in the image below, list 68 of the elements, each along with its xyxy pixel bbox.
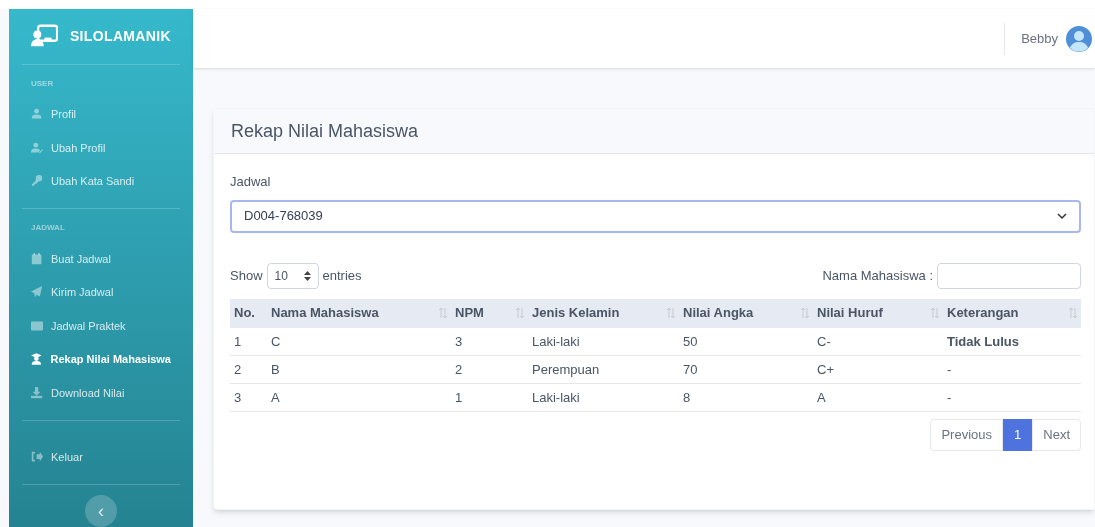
- paper-plane-icon: [31, 286, 43, 299]
- table-cell: 3: [230, 383, 267, 412]
- user-edit-icon: [31, 141, 43, 154]
- table-cell: 2: [451, 355, 528, 384]
- schedule-select[interactable]: D004-768039: [230, 199, 1081, 233]
- sort-icon: [931, 308, 939, 318]
- table-cell: C+: [813, 355, 943, 384]
- entries-select[interactable]: 10: [266, 262, 319, 289]
- avatar-icon[interactable]: [1066, 25, 1092, 52]
- entries-label: entries: [322, 266, 362, 285]
- sort-icon: [801, 308, 809, 318]
- table-cell: 3: [451, 327, 528, 356]
- table-cell: 1: [451, 383, 528, 412]
- field-label: Jadwal: [230, 173, 272, 191]
- logout-icon: [31, 451, 43, 464]
- up-down-arrows-icon: [303, 270, 311, 281]
- search-field[interactable]: [937, 262, 1081, 289]
- sort-icon: [667, 308, 675, 318]
- brand-name: SILOLAMANIK: [69, 26, 171, 46]
- nav-item[interactable]: Buat Jadwal: [22, 242, 180, 276]
- show-label: Show: [230, 266, 263, 285]
- table-cell: C: [267, 327, 451, 356]
- download-icon: [31, 386, 43, 399]
- nav-item[interactable]: Download Nilai: [22, 376, 180, 410]
- table-cell: A: [813, 383, 943, 412]
- table-cell: 2: [230, 355, 267, 384]
- table-cell: Perempuan: [528, 355, 679, 384]
- user-name[interactable]: Bebby: [1021, 28, 1058, 49]
- graduate-icon: [31, 353, 43, 366]
- nav-item[interactable]: Rekap Nilai Mahasiswa: [22, 342, 180, 376]
- table-cell: Laki-laki: [528, 327, 679, 356]
- table-cell: A: [267, 383, 451, 412]
- column-header[interactable]: Jenis Kelamin: [528, 298, 679, 328]
- search-label: Nama Mahasiswa :: [822, 266, 933, 285]
- chevron-down-icon: [1057, 212, 1067, 220]
- table-cell: Laki-laki: [528, 383, 679, 412]
- table-cell: B: [267, 355, 451, 384]
- sort-icon: [516, 308, 524, 318]
- table-cell: 1: [230, 327, 267, 356]
- column-header[interactable]: NPM: [451, 298, 528, 328]
- section-heading: JADWAL: [30, 222, 66, 234]
- column-header: No.: [230, 298, 267, 328]
- id-card-icon: [31, 319, 43, 332]
- page-button[interactable]: Next: [1032, 419, 1081, 451]
- nav-item[interactable]: Kirim Jadwal: [22, 275, 180, 309]
- card-title: Rekap Nilai Mahasiswa: [231, 119, 419, 143]
- table-cell: -: [943, 383, 1081, 412]
- page-button[interactable]: Previous: [930, 419, 1004, 451]
- table-cell: 50: [679, 327, 813, 356]
- table-cell: C-: [813, 327, 943, 356]
- nav-item[interactable]: Jadwal Praktek: [22, 309, 180, 343]
- table-cell: 70: [679, 355, 813, 384]
- sort-icon: [439, 308, 447, 318]
- key-icon: [31, 175, 43, 188]
- collapse-button[interactable]: ‹: [85, 495, 117, 527]
- column-header[interactable]: Nama Mahasiswa: [267, 298, 451, 328]
- column-header[interactable]: Nilai Huruf: [813, 298, 943, 328]
- table-cell: Tidak Lulus: [943, 327, 1081, 356]
- column-header[interactable]: Keterangan: [943, 298, 1081, 328]
- table-cell: 8: [679, 383, 813, 412]
- section-heading: USER: [30, 77, 55, 90]
- calendar-icon: [31, 252, 43, 265]
- page-button[interactable]: 1: [1003, 419, 1033, 451]
- sort-icon: [1069, 308, 1077, 318]
- column-header[interactable]: Nilai Angka: [679, 298, 813, 328]
- table-cell: -: [943, 355, 1081, 384]
- user-icon: [31, 108, 43, 121]
- nav-item[interactable]: Keluar: [22, 440, 180, 474]
